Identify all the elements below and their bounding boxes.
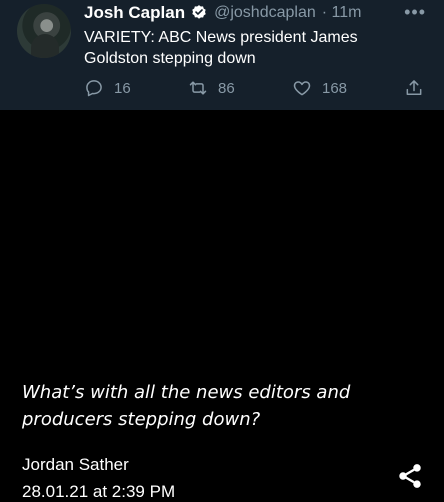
share-icon[interactable] <box>396 462 424 490</box>
embedded-tweet[interactable]: Josh Caplan @joshdcaplan · 11m ••• VARIE… <box>0 0 444 110</box>
tweet-header: Josh Caplan @joshdcaplan · 11m <box>84 2 361 24</box>
share-upload-icon <box>406 80 422 95</box>
post-date: 28.01.21 at 2:39 PM <box>22 482 176 501</box>
verified-badge-icon <box>192 5 206 19</box>
author-name[interactable]: Josh Caplan <box>84 3 185 23</box>
heart-icon <box>293 81 311 96</box>
retweet-count: 86 <box>218 79 235 97</box>
more-horizontal-icon[interactable]: ••• <box>404 2 426 23</box>
like-count: 168 <box>322 79 348 97</box>
retweet-button[interactable]: 86 <box>188 78 235 98</box>
tweet-actions: 16 86 168 <box>0 76 444 102</box>
reply-count: 16 <box>114 79 131 97</box>
author-handle[interactable]: @joshdcaplan <box>214 4 316 22</box>
retweet-icon <box>189 81 207 95</box>
post-caption: What’s with all the news editors and pro… <box>22 382 351 430</box>
tweet-share-button[interactable] <box>404 78 434 98</box>
like-button[interactable]: 168 <box>292 78 347 98</box>
avatar[interactable] <box>17 4 71 58</box>
post-author[interactable]: Jordan Sather <box>22 455 129 475</box>
reply-icon <box>86 80 102 97</box>
tweet-time: · 11m <box>321 4 362 21</box>
reply-button[interactable]: 16 <box>84 78 131 98</box>
tweet-text: VARIETY: ABC News president James Goldst… <box>84 29 358 67</box>
